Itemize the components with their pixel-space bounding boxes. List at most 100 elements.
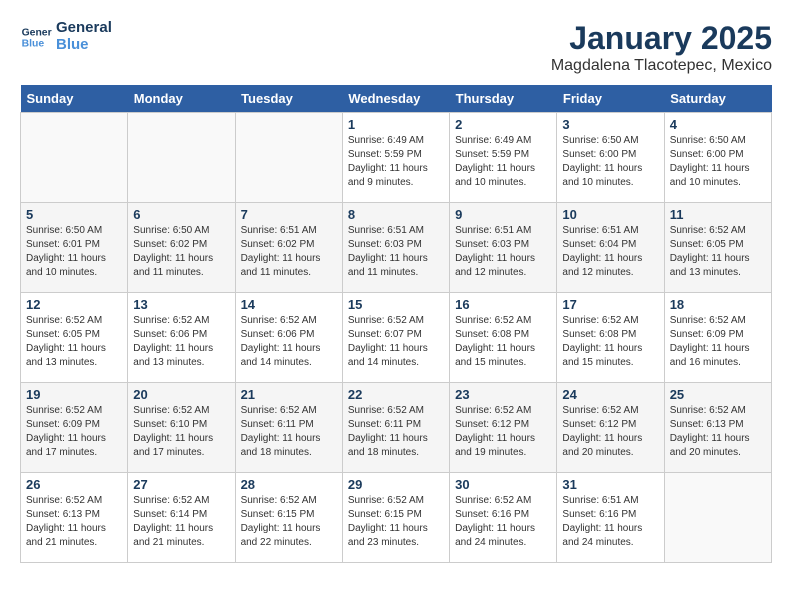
day-info: Sunrise: 6:51 AM Sunset: 6:04 PM Dayligh…	[562, 224, 658, 280]
day-info: Sunrise: 6:52 AM Sunset: 6:08 PM Dayligh…	[455, 314, 551, 370]
day-info: Sunrise: 6:51 AM Sunset: 6:03 PM Dayligh…	[455, 224, 551, 280]
logo: General Blue General Blue	[20, 20, 112, 53]
calendar-cell: 22 Sunrise: 6:52 AM Sunset: 6:11 PM Dayli…	[342, 383, 449, 473]
day-number: 4	[670, 117, 766, 132]
day-number: 6	[133, 207, 229, 222]
calendar-cell: 27 Sunrise: 6:52 AM Sunset: 6:14 PM Dayli…	[128, 473, 235, 563]
weekday-header-monday: Monday	[128, 85, 235, 113]
day-number: 15	[348, 297, 444, 312]
calendar-cell	[21, 113, 128, 203]
day-info: Sunrise: 6:52 AM Sunset: 6:15 PM Dayligh…	[348, 494, 444, 550]
calendar-cell: 9Sunrise: 6:51 AM Sunset: 6:03 PM Daylig…	[450, 203, 557, 293]
day-info: Sunrise: 6:52 AM Sunset: 6:09 PM Dayligh…	[26, 404, 122, 460]
calendar-header-row: SundayMondayTuesdayWednesdayThursdayFrid…	[21, 85, 772, 113]
day-info: Sunrise: 6:52 AM Sunset: 6:14 PM Dayligh…	[133, 494, 229, 550]
calendar-cell: 25Sunrise: 6:52 AM Sunset: 6:13 PM Dayli…	[664, 383, 771, 473]
day-number: 24	[562, 387, 658, 402]
calendar-week-2: 5Sunrise: 6:50 AM Sunset: 6:01 PM Daylig…	[21, 203, 772, 293]
calendar-cell: 11 Sunrise: 6:52 AM Sunset: 6:05 PM Dayli…	[664, 203, 771, 293]
day-info: Sunrise: 6:52 AM Sunset: 6:10 PM Dayligh…	[133, 404, 229, 460]
day-number: 7	[241, 207, 337, 222]
day-info: Sunrise: 6:52 AM Sunset: 6:07 PM Dayligh…	[348, 314, 444, 370]
day-number: 31	[562, 477, 658, 492]
day-number: 12	[26, 297, 122, 312]
calendar-cell: 28 Sunrise: 6:52 AM Sunset: 6:15 PM Dayli…	[235, 473, 342, 563]
logo-blue: Blue	[56, 37, 112, 54]
day-info: Sunrise: 6:52 AM Sunset: 6:08 PM Dayligh…	[562, 314, 658, 370]
day-number: 11	[670, 207, 766, 222]
calendar-week-4: 19 Sunrise: 6:52 AM Sunset: 6:09 PM Dayli…	[21, 383, 772, 473]
calendar-cell: 10Sunrise: 6:51 AM Sunset: 6:04 PM Dayli…	[557, 203, 664, 293]
calendar-cell: 7 Sunrise: 6:51 AM Sunset: 6:02 PM Daylig…	[235, 203, 342, 293]
calendar-cell	[235, 113, 342, 203]
day-info: Sunrise: 6:52 AM Sunset: 6:12 PM Dayligh…	[562, 404, 658, 460]
weekday-header-saturday: Saturday	[664, 85, 771, 113]
day-info: Sunrise: 6:49 AM Sunset: 5:59 PM Dayligh…	[455, 134, 551, 190]
calendar-cell: 8Sunrise: 6:51 AM Sunset: 6:03 PM Daylig…	[342, 203, 449, 293]
day-info: Sunrise: 6:50 AM Sunset: 6:01 PM Dayligh…	[26, 224, 122, 280]
calendar-cell: 15 Sunrise: 6:52 AM Sunset: 6:07 PM Dayli…	[342, 293, 449, 383]
day-info: Sunrise: 6:52 AM Sunset: 6:05 PM Dayligh…	[26, 314, 122, 370]
day-number: 19	[26, 387, 122, 402]
calendar-cell: 31 Sunrise: 6:51 AM Sunset: 6:16 PM Dayli…	[557, 473, 664, 563]
calendar-week-3: 12 Sunrise: 6:52 AM Sunset: 6:05 PM Dayli…	[21, 293, 772, 383]
calendar-cell: 24 Sunrise: 6:52 AM Sunset: 6:12 PM Dayli…	[557, 383, 664, 473]
calendar-cell: 17 Sunrise: 6:52 AM Sunset: 6:08 PM Dayli…	[557, 293, 664, 383]
day-number: 13	[133, 297, 229, 312]
day-info: Sunrise: 6:49 AM Sunset: 5:59 PM Dayligh…	[348, 134, 444, 190]
day-info: Sunrise: 6:51 AM Sunset: 6:02 PM Dayligh…	[241, 224, 337, 280]
day-number: 14	[241, 297, 337, 312]
day-number: 21	[241, 387, 337, 402]
day-number: 17	[562, 297, 658, 312]
day-number: 16	[455, 297, 551, 312]
day-number: 1	[348, 117, 444, 132]
month-title: January 2025	[551, 20, 772, 57]
svg-text:General: General	[22, 27, 52, 38]
calendar-week-5: 26Sunrise: 6:52 AM Sunset: 6:13 PM Dayli…	[21, 473, 772, 563]
day-number: 22	[348, 387, 444, 402]
calendar-cell: 2 Sunrise: 6:49 AM Sunset: 5:59 PM Daylig…	[450, 113, 557, 203]
calendar-week-1: 1 Sunrise: 6:49 AM Sunset: 5:59 PM Daylig…	[21, 113, 772, 203]
day-info: Sunrise: 6:51 AM Sunset: 6:16 PM Dayligh…	[562, 494, 658, 550]
title-block: January 2025 Magdalena Tlacotepec, Mexic…	[551, 20, 772, 75]
day-info: Sunrise: 6:50 AM Sunset: 6:00 PM Dayligh…	[670, 134, 766, 190]
calendar-cell: 12 Sunrise: 6:52 AM Sunset: 6:05 PM Dayli…	[21, 293, 128, 383]
day-info: Sunrise: 6:52 AM Sunset: 6:09 PM Dayligh…	[670, 314, 766, 370]
day-number: 18	[670, 297, 766, 312]
logo-general: General	[56, 20, 112, 37]
day-info: Sunrise: 6:52 AM Sunset: 6:15 PM Dayligh…	[241, 494, 337, 550]
day-info: Sunrise: 6:52 AM Sunset: 6:05 PM Dayligh…	[670, 224, 766, 280]
day-number: 29	[348, 477, 444, 492]
calendar-cell: 21 Sunrise: 6:52 AM Sunset: 6:11 PM Dayli…	[235, 383, 342, 473]
weekday-header-thursday: Thursday	[450, 85, 557, 113]
day-info: Sunrise: 6:52 AM Sunset: 6:13 PM Dayligh…	[26, 494, 122, 550]
svg-text:Blue: Blue	[22, 38, 45, 49]
day-number: 27	[133, 477, 229, 492]
day-info: Sunrise: 6:52 AM Sunset: 6:11 PM Dayligh…	[241, 404, 337, 460]
day-number: 28	[241, 477, 337, 492]
day-info: Sunrise: 6:52 AM Sunset: 6:11 PM Dayligh…	[348, 404, 444, 460]
day-info: Sunrise: 6:52 AM Sunset: 6:12 PM Dayligh…	[455, 404, 551, 460]
calendar-cell: 18 Sunrise: 6:52 AM Sunset: 6:09 PM Dayli…	[664, 293, 771, 383]
calendar-cell: 19 Sunrise: 6:52 AM Sunset: 6:09 PM Dayli…	[21, 383, 128, 473]
calendar-cell: 20Sunrise: 6:52 AM Sunset: 6:10 PM Dayli…	[128, 383, 235, 473]
calendar-cell: 3Sunrise: 6:50 AM Sunset: 6:00 PM Daylig…	[557, 113, 664, 203]
calendar-cell: 5Sunrise: 6:50 AM Sunset: 6:01 PM Daylig…	[21, 203, 128, 293]
calendar-cell: 30Sunrise: 6:52 AM Sunset: 6:16 PM Dayli…	[450, 473, 557, 563]
calendar-cell	[128, 113, 235, 203]
calendar-cell: 1 Sunrise: 6:49 AM Sunset: 5:59 PM Daylig…	[342, 113, 449, 203]
day-number: 25	[670, 387, 766, 402]
calendar-table: SundayMondayTuesdayWednesdayThursdayFrid…	[20, 85, 772, 563]
day-number: 3	[562, 117, 658, 132]
day-info: Sunrise: 6:52 AM Sunset: 6:06 PM Dayligh…	[133, 314, 229, 370]
calendar-cell: 13 Sunrise: 6:52 AM Sunset: 6:06 PM Dayli…	[128, 293, 235, 383]
page-header: General Blue General Blue January 2025 M…	[20, 20, 772, 75]
calendar-cell: 29 Sunrise: 6:52 AM Sunset: 6:15 PM Dayli…	[342, 473, 449, 563]
day-number: 2	[455, 117, 551, 132]
calendar-cell: 26Sunrise: 6:52 AM Sunset: 6:13 PM Dayli…	[21, 473, 128, 563]
weekday-header-wednesday: Wednesday	[342, 85, 449, 113]
location: Magdalena Tlacotepec, Mexico	[551, 57, 772, 75]
logo-icon: General Blue	[20, 21, 52, 53]
weekday-header-tuesday: Tuesday	[235, 85, 342, 113]
weekday-header-sunday: Sunday	[21, 85, 128, 113]
